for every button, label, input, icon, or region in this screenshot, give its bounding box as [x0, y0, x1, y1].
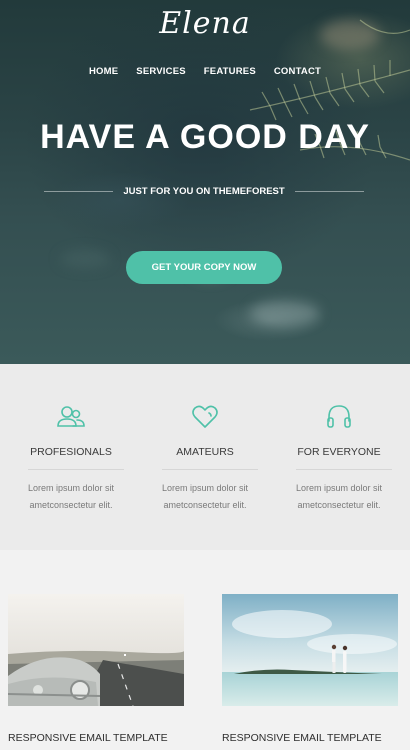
hero-tagline: JUST FOR YOU ON THEMEFOREST — [123, 186, 285, 197]
card[interactable]: RESPONSIVE EMAIL TEMPLATE — [8, 594, 184, 744]
feature-text: Lorem ipsum dolor sit ametconsectetur el… — [295, 483, 383, 510]
nav-item-contact[interactable]: CONTACT — [274, 66, 321, 77]
feature-text: Lorem ipsum dolor sit ametconsectetur el… — [27, 483, 115, 510]
feature-title: PROFESIONALS — [30, 446, 112, 458]
vintage-car-photo[interactable] — [8, 594, 184, 706]
cards-section: RESPONSIVE EMAIL TEMPLATE RESPONSIVE EMA… — [0, 550, 410, 750]
divider-line — [294, 191, 364, 192]
feature-item: AMATEURS Lorem ipsum dolor sit ametconse… — [162, 402, 258, 550]
feature-text: Lorem ipsum dolor sit ametconsectetur el… — [161, 483, 249, 510]
brand-logo[interactable]: Elena — [0, 6, 410, 41]
hero-tagline-row: JUST FOR YOU ON THEMEFOREST — [44, 186, 364, 197]
feature-title: FOR EVERYONE — [297, 446, 381, 458]
feature-title: AMATEURS — [176, 446, 234, 458]
card-title[interactable]: RESPONSIVE EMAIL TEMPLATE — [8, 732, 184, 744]
heart-icon — [162, 402, 248, 432]
features-section: PROFESIONALS Lorem ipsum dolor sit ametc… — [0, 364, 410, 550]
couple-on-beach-photo[interactable] — [222, 594, 398, 706]
card[interactable]: RESPONSIVE EMAIL TEMPLATE — [222, 594, 398, 744]
feature-item: FOR EVERYONE Lorem ipsum dolor sit ametc… — [296, 402, 392, 550]
get-copy-button[interactable]: GET YOUR COPY NOW — [126, 251, 282, 284]
feature-divider — [296, 469, 392, 470]
hero-banner: Elena HOME SERVICES FEATURES CONTACT HAV… — [0, 0, 410, 364]
feature-divider — [28, 469, 124, 470]
headphones-icon — [296, 402, 382, 432]
nav-item-home[interactable]: HOME — [89, 66, 118, 77]
nav-item-features[interactable]: FEATURES — [204, 66, 256, 77]
divider-line — [44, 191, 114, 192]
hero-headline: HAVE A GOOD DAY — [40, 118, 370, 156]
feature-divider — [162, 469, 258, 470]
main-nav: HOME SERVICES FEATURES CONTACT — [0, 66, 410, 77]
pine-branch-graphic — [249, 19, 410, 161]
card-title[interactable]: RESPONSIVE EMAIL TEMPLATE — [222, 732, 398, 744]
feature-item: PROFESIONALS Lorem ipsum dolor sit ametc… — [28, 402, 124, 550]
nav-item-services[interactable]: SERVICES — [136, 66, 185, 77]
users-icon — [28, 402, 114, 432]
